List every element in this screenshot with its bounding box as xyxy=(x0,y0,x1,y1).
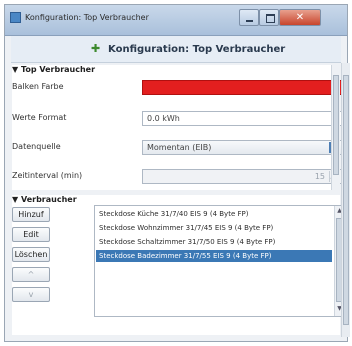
value-format-input[interactable]: 0.0 kWh xyxy=(142,111,342,126)
value-format-label: Werte Format xyxy=(12,113,67,122)
verbraucher-section-heading[interactable]: ▼ Verbraucher xyxy=(12,195,77,207)
close-button[interactable]: ✕ xyxy=(279,9,321,26)
scrollbar-thumb[interactable] xyxy=(333,75,339,175)
window-scrollbar-thumb[interactable] xyxy=(343,75,349,325)
interval-label: Zeitinterval (min) xyxy=(12,171,83,180)
top-section-heading[interactable]: ▼ Top Verbraucher xyxy=(12,65,95,77)
verbraucher-section: ▼ Verbraucher Hinzuf Edit Löschen ^ v St… xyxy=(12,195,344,335)
add-button[interactable]: Hinzuf xyxy=(12,207,50,222)
dialog-title: Konfiguration: Top Verbraucher xyxy=(108,44,286,55)
app-icon xyxy=(10,12,21,23)
data-source-value: Momentan (EIB) xyxy=(147,143,212,152)
maximize-button[interactable] xyxy=(259,9,279,26)
interval-spinner[interactable]: 15 ▲▼ xyxy=(142,169,342,184)
list-item[interactable]: Steckdose Schaltzimmer 31/7/50 EIS 9 (4 … xyxy=(96,236,332,248)
interval-value: 15 xyxy=(314,172,325,181)
delete-button[interactable]: Löschen xyxy=(12,247,50,262)
list-item[interactable]: Steckdose Küche 31/7/40 EIS 9 (4 Byte FP… xyxy=(96,208,332,220)
window-scrollbar[interactable] xyxy=(341,63,350,337)
list-item-selected[interactable]: Steckdose Badezimmer 31/7/55 EIS 9 (4 By… xyxy=(96,250,332,262)
data-source-select[interactable]: Momentan (EIB) ▼ xyxy=(142,140,342,155)
top-section-scrollbar[interactable] xyxy=(331,65,340,190)
minimize-button[interactable] xyxy=(239,9,259,26)
verbraucher-list[interactable]: Steckdose Küche 31/7/40 EIS 9 (4 Byte FP… xyxy=(94,205,344,317)
window-title: Konfiguration: Top Verbraucher xyxy=(25,13,149,22)
collapse-triangle-icon: ▼ xyxy=(12,195,21,204)
list-item[interactable]: Steckdose Wohnzimmer 31/7/45 EIS 9 (4 By… xyxy=(96,222,332,234)
edit-button[interactable]: Edit xyxy=(12,227,50,242)
title-bar[interactable]: Konfiguration: Top Verbraucher ✕ xyxy=(5,5,347,36)
move-down-button[interactable]: v xyxy=(12,287,50,302)
top-section: ▼ Top Verbraucher Balken Farbe Werte For… xyxy=(12,65,342,190)
bar-color-swatch[interactable] xyxy=(142,80,342,95)
plus-icon: ✚ xyxy=(91,42,101,55)
move-up-button[interactable]: ^ xyxy=(12,267,50,282)
config-window: Konfiguration: Top Verbraucher ✕ ✚ Konfi… xyxy=(4,4,350,342)
bar-color-label: Balken Farbe xyxy=(12,82,64,91)
dialog-header: ✚ Konfiguration: Top Verbraucher xyxy=(11,36,341,63)
collapse-triangle-icon: ▼ xyxy=(12,65,21,74)
data-source-label: Datenquelle xyxy=(12,142,61,151)
